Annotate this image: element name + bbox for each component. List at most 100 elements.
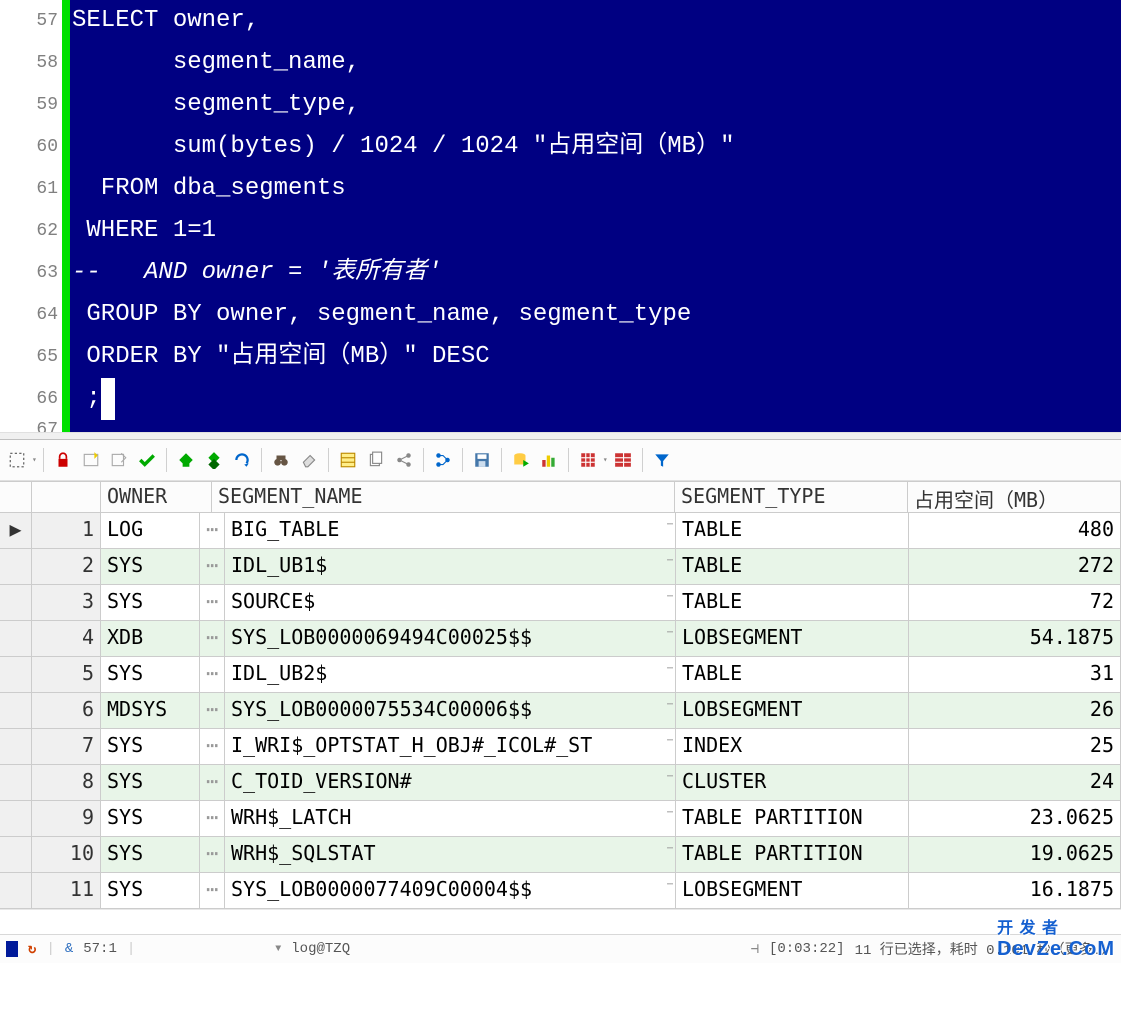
table-row[interactable]: 5SYS⋯IDL_UB2$⋯TABLE31 bbox=[0, 657, 1121, 693]
code-text-area[interactable]: SELECT owner, segment_name, segment_type… bbox=[70, 0, 1121, 432]
new-icon[interactable] bbox=[78, 447, 104, 473]
row-indicator[interactable]: ▶ bbox=[0, 513, 32, 548]
owner-ellipsis-icon[interactable]: ⋯ bbox=[200, 801, 225, 836]
db-play-icon[interactable] bbox=[508, 447, 534, 473]
segment-ellipsis-icon[interactable]: ⋯ bbox=[667, 699, 673, 710]
header-row-selector[interactable] bbox=[0, 482, 32, 512]
save-icon[interactable] bbox=[469, 447, 495, 473]
cell-owner[interactable]: SYS bbox=[101, 549, 200, 584]
row-indicator[interactable] bbox=[0, 801, 32, 836]
owner-ellipsis-icon[interactable]: ⋯ bbox=[200, 693, 225, 728]
owner-ellipsis-icon[interactable]: ⋯ bbox=[200, 621, 225, 656]
cell-segment-type[interactable]: TABLE bbox=[676, 585, 909, 620]
cell-owner[interactable]: SYS bbox=[101, 873, 200, 908]
cell-mb[interactable]: 72 bbox=[909, 585, 1121, 620]
run-all-icon[interactable] bbox=[201, 447, 227, 473]
cell-mb[interactable]: 31 bbox=[909, 657, 1121, 692]
pin-icon[interactable]: ⊣ bbox=[751, 941, 759, 958]
row-indicator[interactable] bbox=[0, 549, 32, 584]
code-line[interactable]: ORDER BY "占用空间（MB）" DESC bbox=[72, 336, 1121, 378]
bar-chart-icon[interactable] bbox=[536, 447, 562, 473]
cell-segment-type[interactable]: CLUSTER bbox=[676, 765, 909, 800]
cell-owner[interactable]: SYS bbox=[101, 657, 200, 692]
owner-ellipsis-icon[interactable]: ⋯ bbox=[200, 765, 225, 800]
segment-ellipsis-icon[interactable]: ⋯ bbox=[667, 807, 673, 818]
grid-icon[interactable] bbox=[575, 447, 601, 473]
segment-ellipsis-icon[interactable]: ⋯ bbox=[667, 519, 673, 530]
crop-icon[interactable] bbox=[4, 447, 30, 473]
cell-owner[interactable]: XDB bbox=[101, 621, 200, 656]
run-icon[interactable] bbox=[173, 447, 199, 473]
row-indicator[interactable] bbox=[0, 585, 32, 620]
row-indicator[interactable] bbox=[0, 657, 32, 692]
cell-segment-type[interactable]: TABLE bbox=[676, 657, 909, 692]
code-line[interactable]: -- AND owner = '表所有者' bbox=[72, 252, 1121, 294]
code-line[interactable]: ; bbox=[72, 378, 1121, 420]
connection-dropdown-arrow[interactable]: ▼ bbox=[275, 944, 281, 955]
cell-segment-name[interactable]: SYS_LOB0000077409C00004$$⋯ bbox=[225, 873, 676, 908]
cell-segment-name[interactable]: IDL_UB2$⋯ bbox=[225, 657, 676, 692]
cell-segment-type[interactable]: LOBSEGMENT bbox=[676, 621, 909, 656]
cell-mb[interactable]: 272 bbox=[909, 549, 1121, 584]
table-row[interactable]: 10SYS⋯WRH$_SQLSTAT⋯TABLE PARTITION19.062… bbox=[0, 837, 1121, 873]
checkmark-icon[interactable] bbox=[134, 447, 160, 473]
code-line[interactable]: segment_type, bbox=[72, 84, 1121, 126]
branch-icon[interactable] bbox=[430, 447, 456, 473]
header-mb[interactable]: 占用空间（MB） bbox=[908, 482, 1121, 512]
crop-dropdown-arrow[interactable]: ▾ bbox=[32, 455, 37, 465]
refresh-icon[interactable] bbox=[229, 447, 255, 473]
table-row[interactable]: 9SYS⋯WRH$_LATCH⋯TABLE PARTITION23.0625 bbox=[0, 801, 1121, 837]
code-line[interactable]: SELECT owner, bbox=[72, 0, 1121, 42]
segment-ellipsis-icon[interactable]: ⋯ bbox=[667, 555, 673, 566]
cell-segment-name[interactable]: WRH$_SQLSTAT⋯ bbox=[225, 837, 676, 872]
header-owner[interactable]: OWNER bbox=[101, 482, 212, 512]
code-line[interactable]: FROM dba_segments bbox=[72, 168, 1121, 210]
owner-ellipsis-icon[interactable]: ⋯ bbox=[200, 549, 225, 584]
cell-segment-name[interactable]: SYS_LOB0000069494C00025$$⋯ bbox=[225, 621, 676, 656]
owner-ellipsis-icon[interactable]: ⋯ bbox=[200, 657, 225, 692]
connection-label[interactable]: log@TZQ bbox=[291, 941, 350, 957]
segment-ellipsis-icon[interactable]: ⋯ bbox=[667, 591, 673, 602]
owner-ellipsis-icon[interactable]: ⋯ bbox=[200, 837, 225, 872]
code-line[interactable]: GROUP BY owner, segment_name, segment_ty… bbox=[72, 294, 1121, 336]
header-segment-type[interactable]: SEGMENT_TYPE bbox=[675, 482, 908, 512]
table-row[interactable]: 8SYS⋯C_TOID_VERSION#⋯CLUSTER24 bbox=[0, 765, 1121, 801]
cell-owner[interactable]: SYS bbox=[101, 837, 200, 872]
eraser-icon[interactable] bbox=[296, 447, 322, 473]
grid-alt-icon[interactable] bbox=[610, 447, 636, 473]
segment-ellipsis-icon[interactable]: ⋯ bbox=[667, 843, 673, 854]
cell-segment-type[interactable]: TABLE bbox=[676, 549, 909, 584]
segment-ellipsis-icon[interactable]: ⋯ bbox=[667, 627, 673, 638]
binoculars-icon[interactable] bbox=[268, 447, 294, 473]
cell-mb[interactable]: 480 bbox=[909, 513, 1121, 548]
owner-ellipsis-icon[interactable]: ⋯ bbox=[200, 729, 225, 764]
header-segment-name[interactable]: SEGMENT_NAME bbox=[212, 482, 675, 512]
cell-mb[interactable]: 19.0625 bbox=[909, 837, 1121, 872]
cell-segment-name[interactable]: SOURCE$⋯ bbox=[225, 585, 676, 620]
export-icon[interactable] bbox=[106, 447, 132, 473]
owner-ellipsis-icon[interactable]: ⋯ bbox=[200, 873, 225, 908]
cell-segment-type[interactable]: INDEX bbox=[676, 729, 909, 764]
row-indicator[interactable] bbox=[0, 765, 32, 800]
table-row[interactable]: 3SYS⋯SOURCE$⋯TABLE72 bbox=[0, 585, 1121, 621]
row-indicator[interactable] bbox=[0, 837, 32, 872]
table-row[interactable]: 7SYS⋯I_WRI$_OPTSTAT_H_OBJ#_ICOL#_ST⋯INDE… bbox=[0, 729, 1121, 765]
cell-segment-name[interactable]: I_WRI$_OPTSTAT_H_OBJ#_ICOL#_ST⋯ bbox=[225, 729, 676, 764]
cell-mb[interactable]: 24 bbox=[909, 765, 1121, 800]
code-line[interactable]: WHERE 1=1 bbox=[72, 210, 1121, 252]
cell-segment-name[interactable]: WRH$_LATCH⋯ bbox=[225, 801, 676, 836]
cell-segment-name[interactable]: BIG_TABLE⋯ bbox=[225, 513, 676, 548]
table-row[interactable]: 4XDB⋯SYS_LOB0000069494C00025$$⋯LOBSEGMEN… bbox=[0, 621, 1121, 657]
table-row[interactable]: 2SYS⋯IDL_UB1$⋯TABLE272 bbox=[0, 549, 1121, 585]
segment-ellipsis-icon[interactable]: ⋯ bbox=[667, 771, 673, 782]
table-row[interactable]: 11SYS⋯SYS_LOB0000077409C00004$$⋯LOBSEGME… bbox=[0, 873, 1121, 909]
junction-icon[interactable] bbox=[391, 447, 417, 473]
filter-icon[interactable] bbox=[649, 447, 675, 473]
cell-segment-type[interactable]: TABLE PARTITION bbox=[676, 801, 909, 836]
cell-owner[interactable]: SYS bbox=[101, 765, 200, 800]
cell-owner[interactable]: MDSYS bbox=[101, 693, 200, 728]
cell-segment-name[interactable]: IDL_UB1$⋯ bbox=[225, 549, 676, 584]
cell-owner[interactable]: SYS bbox=[101, 729, 200, 764]
cell-segment-type[interactable]: LOBSEGMENT bbox=[676, 873, 909, 908]
cell-mb[interactable]: 26 bbox=[909, 693, 1121, 728]
